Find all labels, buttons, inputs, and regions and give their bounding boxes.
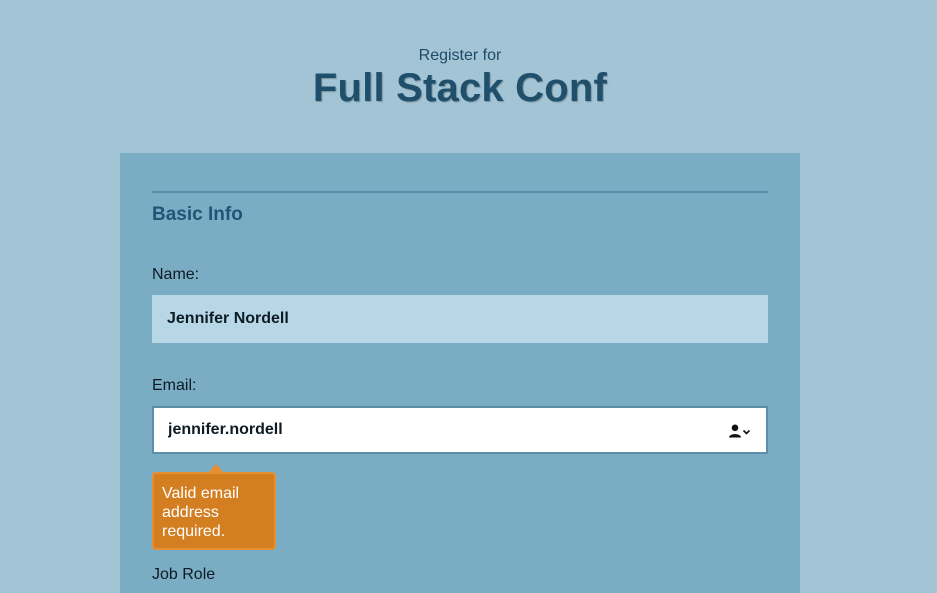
name-field[interactable]	[152, 295, 768, 343]
email-field[interactable]	[152, 406, 768, 454]
register-for-text: Register for	[418, 47, 502, 64]
section-title-basic-info: Basic Info	[152, 204, 243, 225]
registration-form: Basic Info Name: Email: Valid email addr…	[120, 153, 800, 593]
section-divider	[152, 191, 768, 193]
email-label: Email:	[152, 377, 197, 394]
contact-autofill-button[interactable]	[728, 422, 754, 440]
page-title: Full Stack Conf	[312, 66, 608, 110]
contact-card-autofill-icon	[729, 424, 751, 438]
job-role-label: Job Role	[152, 566, 216, 583]
email-validation-tooltip: Valid email address required.	[152, 472, 276, 550]
name-label: Name:	[152, 266, 200, 283]
